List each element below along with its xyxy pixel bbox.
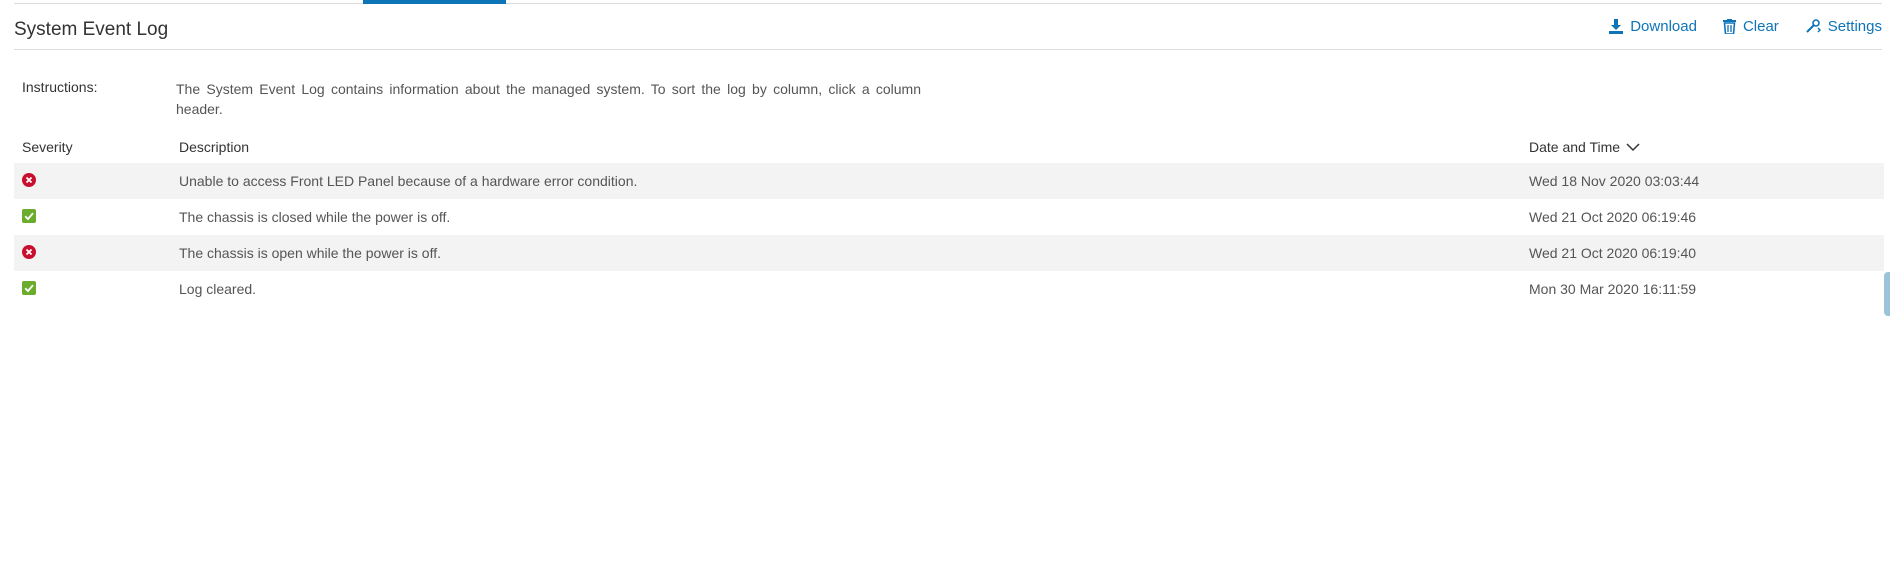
- trash-icon: [1722, 19, 1736, 34]
- description-cell: The chassis is closed while the power is…: [179, 199, 1529, 235]
- critical-icon: [22, 244, 36, 262]
- toolbar-actions: Download Clear Settings: [1609, 18, 1882, 35]
- description-header-label: Description: [179, 139, 250, 155]
- settings-label: Settings: [1827, 18, 1882, 35]
- instructions-text: The System Event Log contains informatio…: [176, 81, 921, 117]
- date-time-cell: Wed 21 Oct 2020 06:19:40: [1529, 235, 1884, 271]
- table-header-row: Severity Description Date and Time: [14, 131, 1884, 163]
- severity-cell: [14, 199, 179, 235]
- date-time-column-header[interactable]: Date and Time: [1529, 131, 1884, 163]
- description-cell: Unable to access Front LED Panel because…: [179, 163, 1529, 199]
- tab-strip-divider: [14, 3, 1882, 4]
- event-log-table: Severity Description Date and Time Unabl…: [14, 131, 1884, 307]
- severity-cell: [14, 271, 179, 307]
- ok-icon: [22, 208, 36, 226]
- settings-button[interactable]: Settings: [1805, 18, 1882, 35]
- ok-icon: [22, 280, 36, 298]
- event-log-rows: Unable to access Front LED Panel because…: [14, 163, 1884, 307]
- date-time-cell: Mon 30 Mar 2020 16:11:59: [1529, 271, 1884, 307]
- table-row: The chassis is closed while the power is…: [14, 199, 1884, 235]
- side-panel-handle[interactable]: [1884, 272, 1890, 316]
- instructions-label: Instructions:: [22, 79, 98, 95]
- severity-column-header[interactable]: Severity: [14, 131, 179, 163]
- clear-button[interactable]: Clear: [1722, 18, 1779, 35]
- active-tab-indicator: [363, 0, 506, 4]
- table-row: Log cleared. Mon 30 Mar 2020 16:11:59: [14, 271, 1884, 307]
- page-header: System Event Log Download Clear Settings: [14, 12, 1882, 50]
- severity-cell: [14, 235, 179, 271]
- download-button[interactable]: Download: [1609, 18, 1697, 35]
- chevron-down-icon: [1626, 139, 1640, 155]
- clear-label: Clear: [1742, 18, 1779, 35]
- description-cell: The chassis is open while the power is o…: [179, 235, 1529, 271]
- page-title: System Event Log: [14, 19, 169, 40]
- date-time-cell: Wed 18 Nov 2020 03:03:44: [1529, 163, 1884, 199]
- download-label: Download: [1630, 18, 1697, 35]
- table-row: The chassis is open while the power is o…: [14, 235, 1884, 271]
- table-row: Unable to access Front LED Panel because…: [14, 163, 1884, 199]
- description-column-header[interactable]: Description: [179, 131, 1529, 163]
- settings-icon: [1805, 19, 1821, 34]
- download-icon: [1609, 19, 1624, 34]
- severity-header-label: Severity: [22, 139, 73, 155]
- critical-icon: [22, 172, 36, 190]
- severity-cell: [14, 163, 179, 199]
- description-cell: Log cleared.: [179, 271, 1529, 307]
- date-time-header-label: Date and Time: [1529, 139, 1621, 155]
- date-time-cell: Wed 21 Oct 2020 06:19:46: [1529, 199, 1884, 235]
